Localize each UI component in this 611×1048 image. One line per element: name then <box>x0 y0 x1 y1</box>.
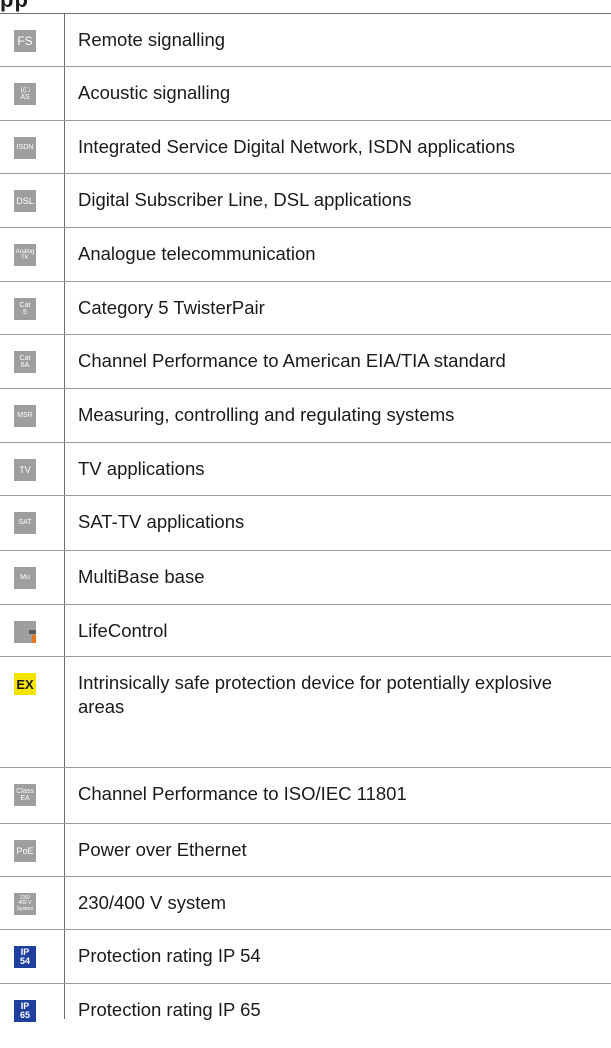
table-row: Mu MultiBase base <box>0 551 611 605</box>
row-label: Measuring, controlling and regulating sy… <box>78 404 455 425</box>
lifecontrol-icon <box>14 621 36 643</box>
row-label: Intrinsically safe protection device for… <box>78 672 553 717</box>
row-label: Channel Performance to ISO/IEC 11801 <box>78 783 407 804</box>
msr-icon: MSR <box>14 405 36 427</box>
row-label: Digital Subscriber Line, DSL application… <box>78 189 412 210</box>
table-row: Cat 6A Channel Performance to American E… <box>0 335 611 389</box>
table-row: LifeControl <box>0 605 611 657</box>
class-ea-icon: Class EA <box>14 784 36 806</box>
row-label: LifeControl <box>78 620 168 641</box>
row-label: Channel Performance to American EIA/TIA … <box>78 350 506 371</box>
table-row: EX Intrinsically safe protection device … <box>0 657 611 768</box>
table-row: TV TV applications <box>0 443 611 496</box>
heading-fragment: pp <box>0 0 29 13</box>
ex-icon: EX <box>14 673 36 695</box>
table-row: ISDN Integrated Service Digital Network,… <box>0 121 611 174</box>
table-row: IP 65 Protection rating IP 65 <box>0 984 611 1038</box>
isdn-icon: ISDN <box>14 137 36 159</box>
table-row: Class EA Channel Performance to ISO/IEC … <box>0 768 611 824</box>
row-label: Analogue telecommunication <box>78 243 316 264</box>
acoustic-signal-icon: ((□ AS <box>14 83 36 105</box>
mu-icon: Mu <box>14 567 36 589</box>
row-label: 230/400 V system <box>78 892 227 913</box>
row-label: MultiBase base <box>78 566 205 587</box>
cat5-icon: Cat 5 <box>14 298 36 320</box>
ip54-icon: IP 54 <box>14 946 36 968</box>
analog-tk-icon: Analog TK <box>14 244 36 266</box>
table-row: Cat 5 Category 5 TwisterPair <box>0 282 611 335</box>
applications-table: FS Remote signalling ((□ AS Acoustic sig… <box>0 14 611 1038</box>
230-400v-system-icon: 230/ 400 V System <box>14 893 36 915</box>
tv-icon: TV <box>14 459 36 481</box>
row-label: Protection rating IP 65 <box>78 999 261 1020</box>
lifecontrol-graphic <box>29 630 36 643</box>
dsl-icon: DSL <box>14 190 36 212</box>
table-row: FS Remote signalling <box>0 14 611 67</box>
table-row: Analog TK Analogue telecommunication <box>0 228 611 282</box>
cat6a-icon: Cat 6A <box>14 351 36 373</box>
row-label: Power over Ethernet <box>78 839 247 860</box>
table-row: ((□ AS Acoustic signalling <box>0 67 611 121</box>
row-label: Category 5 TwisterPair <box>78 297 265 318</box>
row-label: Remote signalling <box>78 29 226 50</box>
table-row: 230/ 400 V System 230/400 V system <box>0 877 611 930</box>
row-label: SAT-TV applications <box>78 511 245 532</box>
row-label: TV applications <box>78 458 205 479</box>
ip65-icon: IP 65 <box>14 1000 36 1022</box>
row-label: Protection rating IP 54 <box>78 945 261 966</box>
row-label: Acoustic signalling <box>78 82 231 103</box>
table-row: PoE Power over Ethernet <box>0 824 611 877</box>
table-row: SAT SAT-TV applications <box>0 496 611 551</box>
fs-icon: FS <box>14 30 36 52</box>
row-label: Integrated Service Digital Network, ISDN… <box>78 136 515 157</box>
poe-icon: PoE <box>14 840 36 862</box>
table-row: IP 54 Protection rating IP 54 <box>0 930 611 984</box>
table-row: MSR Measuring, controlling and regulatin… <box>0 389 611 443</box>
sat-icon: SAT <box>14 512 36 534</box>
table-row: DSL Digital Subscriber Line, DSL applica… <box>0 174 611 228</box>
